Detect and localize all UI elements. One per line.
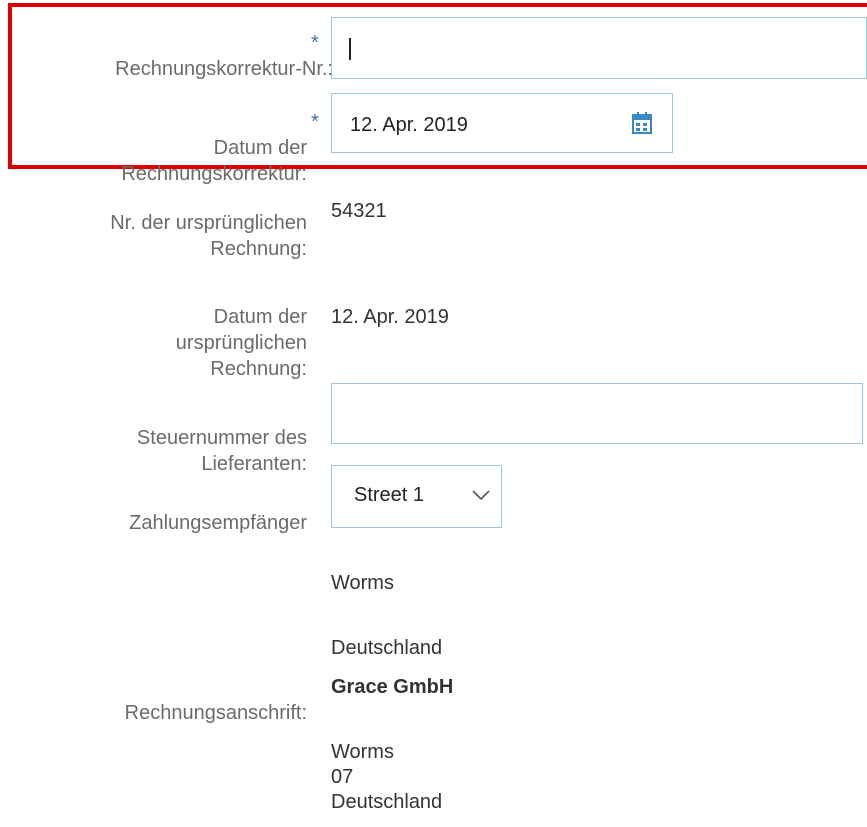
billing-code: 07 <box>331 766 354 788</box>
required-asterisk: * <box>311 111 319 133</box>
tax-number-label: Steuernummer des Lieferanten: <box>136 427 307 475</box>
billing-city: Worms <box>331 741 394 763</box>
calendar-icon[interactable] <box>632 112 652 134</box>
correction-date-picker[interactable]: 12. Apr. 2019 <box>331 93 673 153</box>
original-date-label: Datum der ursprünglichen Rechnung: <box>175 306 307 380</box>
billing-country: Deutschland <box>331 791 443 813</box>
payee-country: Deutschland <box>331 637 443 659</box>
correction-date-value: 12. Apr. 2019 <box>350 114 468 136</box>
original-number-value: 54321 <box>331 200 387 222</box>
payee-selected-value: Street 1 <box>354 484 425 506</box>
tax-number-input[interactable] <box>331 383 863 444</box>
payee-city: Worms <box>331 572 394 594</box>
original-number-label: Nr. der ursprünglichen Rechnung: <box>110 212 307 260</box>
payee-select[interactable]: Street 1 <box>331 465 502 528</box>
correction-date-label: Datum der Rechnungskorrektur: <box>121 137 307 185</box>
chevron-down-icon <box>472 490 490 500</box>
required-asterisk: * <box>311 32 319 54</box>
correction-number-label: Rechnungskorrektur-Nr.: <box>115 58 333 80</box>
billing-company: Grace GmbH <box>331 676 454 698</box>
payee-label: Zahlungsempfänger <box>129 512 307 534</box>
original-date-value: 12. Apr. 2019 <box>331 306 449 328</box>
text-cursor <box>349 38 351 60</box>
correction-number-input[interactable] <box>331 17 867 79</box>
billing-address-label: Rechnungsanschrift: <box>124 702 307 724</box>
